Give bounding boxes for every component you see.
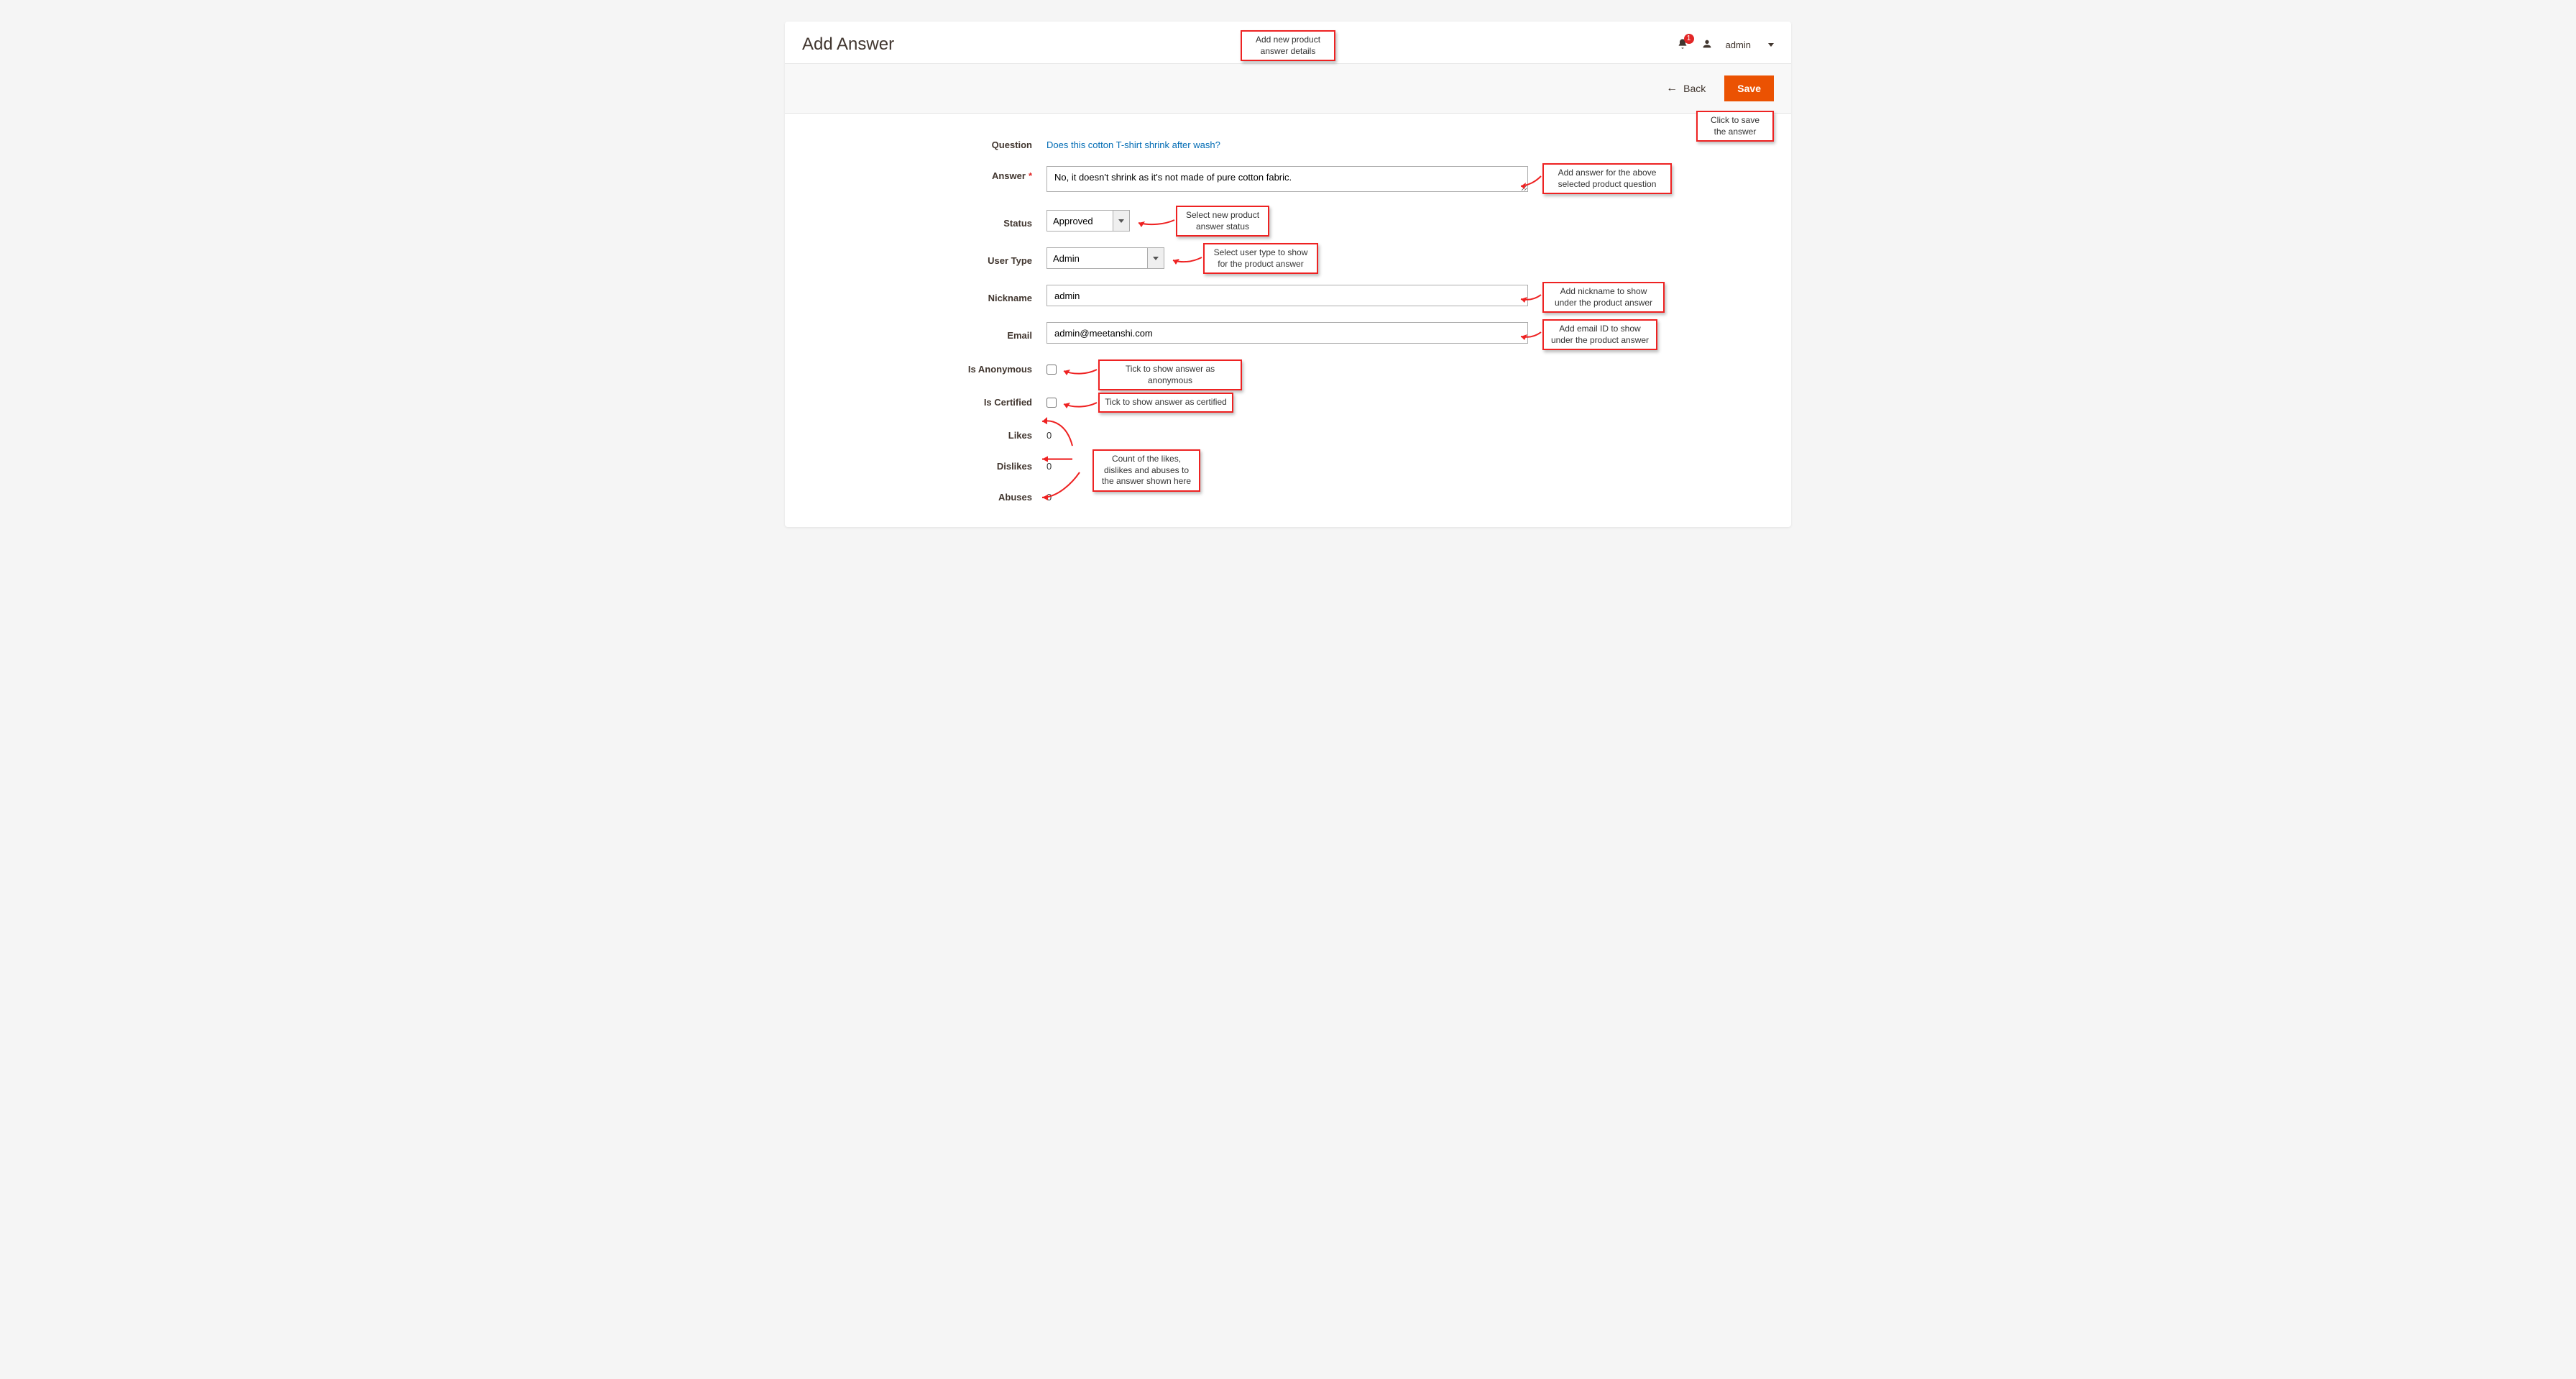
likes-value: 0 xyxy=(1046,426,1052,441)
callout-usertype: Select user type to show for the product… xyxy=(1203,243,1318,274)
callout-status: Select new product answer status xyxy=(1176,206,1269,237)
label-usertype: User Type xyxy=(802,251,1046,266)
username-label: admin xyxy=(1726,40,1751,50)
actions-bar: ← Back Save xyxy=(785,64,1791,114)
callout-anonymous: Tick to show answer as anonymous xyxy=(1098,359,1242,390)
label-dislikes: Dislikes xyxy=(802,457,1046,472)
header-right: 1 admin xyxy=(1677,38,1774,52)
form-area: Click to save the answer Question Does t… xyxy=(785,114,1791,527)
label-anonymous: Is Anonymous xyxy=(802,359,1046,375)
answer-input[interactable] xyxy=(1046,166,1528,192)
chevron-down-icon xyxy=(1768,43,1774,47)
page-container: Add Answer 1 admin Add new product answe… xyxy=(785,22,1791,527)
usertype-select[interactable] xyxy=(1046,247,1164,269)
callout-nickname: Add nickname to show under the product a… xyxy=(1542,282,1665,313)
status-dropdown-button[interactable] xyxy=(1113,210,1130,232)
page-title: Add Answer xyxy=(802,35,894,55)
row-anonymous: Is Anonymous Tick to show answer as anon… xyxy=(802,359,1774,377)
abuses-value: 0 xyxy=(1046,487,1052,503)
status-value[interactable] xyxy=(1046,210,1113,232)
callout-top: Add new product answer details xyxy=(1241,30,1335,61)
notifications-button[interactable]: 1 xyxy=(1677,38,1688,52)
usertype-dropdown-button[interactable] xyxy=(1147,247,1164,269)
label-likes: Likes xyxy=(802,426,1046,441)
user-icon xyxy=(1701,38,1713,52)
usertype-value[interactable] xyxy=(1046,247,1147,269)
chevron-down-icon xyxy=(1118,219,1124,223)
label-answer: Answer* xyxy=(802,166,1046,181)
nickname-input[interactable] xyxy=(1046,285,1528,306)
label-abuses: Abuses xyxy=(802,487,1046,503)
arrow-left-icon: ← xyxy=(1666,82,1678,95)
user-menu[interactable]: admin xyxy=(1726,40,1774,50)
row-status: Status Select new product answer status xyxy=(802,210,1774,232)
email-input[interactable] xyxy=(1046,322,1528,344)
status-select[interactable] xyxy=(1046,210,1130,232)
callout-certified: Tick to show answer as certified xyxy=(1098,393,1233,413)
anonymous-checkbox[interactable] xyxy=(1046,365,1057,375)
row-likes: Likes 0 xyxy=(802,426,1774,441)
notifications-badge: 1 xyxy=(1684,34,1694,44)
row-dislikes: Dislikes 0 Count of the likes, dislikes … xyxy=(802,457,1774,472)
dislikes-value: 0 xyxy=(1046,457,1052,472)
callout-counts: Count of the likes, dislikes and abuses … xyxy=(1092,449,1200,492)
callout-email: Add email ID to show under the product a… xyxy=(1542,319,1657,350)
row-certified: Is Certified Tick to show answer as cert… xyxy=(802,393,1774,410)
row-nickname: Nickname Add nickname to show under the … xyxy=(802,285,1774,306)
label-nickname: Nickname xyxy=(802,288,1046,303)
page-header: Add Answer 1 admin Add new product answe… xyxy=(785,22,1791,64)
label-status: Status xyxy=(802,214,1046,229)
row-usertype: User Type Select user type to show for t… xyxy=(802,247,1774,269)
save-button[interactable]: Save xyxy=(1724,75,1774,101)
label-question: Question xyxy=(802,135,1046,150)
question-link[interactable]: Does this cotton T-shirt shrink after wa… xyxy=(1046,135,1220,150)
back-label: Back xyxy=(1683,83,1706,94)
label-email: Email xyxy=(802,326,1046,341)
callout-answer: Add answer for the above selected produc… xyxy=(1542,163,1672,194)
certified-checkbox[interactable] xyxy=(1046,398,1057,408)
chevron-down-icon xyxy=(1153,257,1159,260)
row-abuses: Abuses 0 xyxy=(802,487,1774,503)
row-question: Question Does this cotton T-shirt shrink… xyxy=(802,135,1774,150)
back-button[interactable]: ← Back xyxy=(1657,75,1714,101)
row-email: Email Add email ID to show under the pro… xyxy=(802,322,1774,344)
row-answer: Answer* Add answer for the above selecte… xyxy=(802,166,1774,194)
label-certified: Is Certified xyxy=(802,393,1046,408)
